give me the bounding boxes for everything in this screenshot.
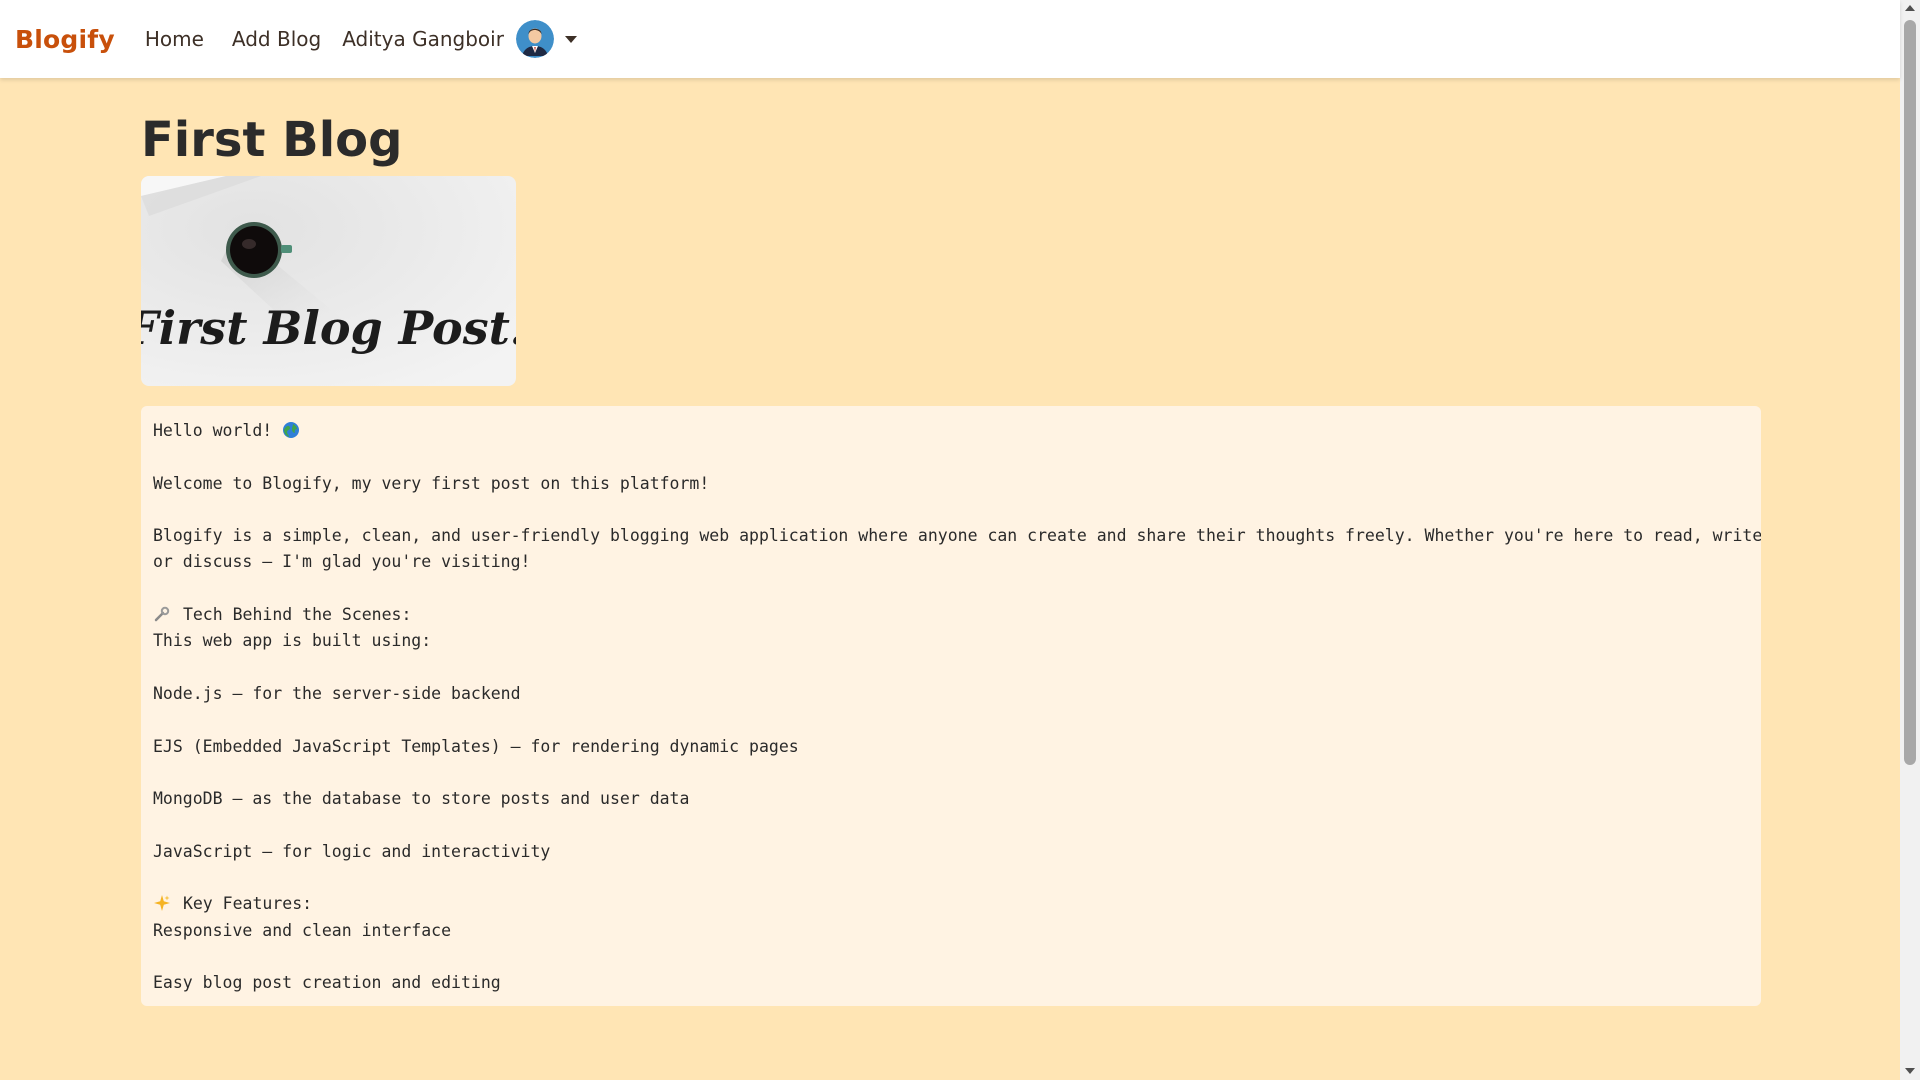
post-line-text: EJS (Embedded JavaScript Templates) – fo… [153,736,799,756]
post-line: Welcome to Blogify, my very first post o… [153,471,1749,497]
post-title: First Blog [141,112,403,168]
post-line: Hello world! [153,418,1749,444]
avatar-icon [515,20,554,58]
post-line: Tech Behind the Scenes: [153,602,1749,628]
sparkles-icon [153,891,173,917]
post-line-text: or discuss — I'm glad you're visiting! [153,552,531,572]
user-dropdown-toggle[interactable] [564,35,577,43]
post-line-text: Tech Behind the Scenes: [182,605,412,625]
nav-add-blog-link[interactable]: Add Blog [232,27,321,51]
post-line: MongoDB – as the database to store posts… [153,786,1749,812]
post-line-text: Node.js – for the server-side backend [153,683,521,703]
post-cover-image: First Blog Post! [141,176,516,386]
post-line: or discuss — I'm glad you're visiting! [153,549,1749,575]
post-line: Easy blog post creation and editing [153,970,1749,996]
user-avatar[interactable] [515,20,554,58]
post-line: Node.js – for the server-side backend [153,681,1749,707]
post-line: EJS (Embedded JavaScript Templates) – fo… [153,734,1749,760]
post-line-text: Responsive and clean interface [153,920,452,940]
post-line-text: Blogify is a simple, clean, and user-fri… [153,526,1761,546]
scroll-up-arrow-icon[interactable] [1905,5,1915,11]
post-line: Blogify is a simple, clean, and user-fri… [153,523,1761,549]
post-line-text: MongoDB – as the database to store posts… [153,789,690,809]
post-container: First Blog First Blog Post! Hello world!… [141,78,1761,1006]
globe-icon [282,418,302,444]
post-line: JavaScript – for logic and interactivity [153,839,1749,865]
post-line-text: Easy blog post creation and editing [153,973,501,993]
post-line: Key Features: [153,891,1749,917]
cover-illustration: First Blog Post! [141,176,516,386]
navbar: Blogify Home Add Blog Aditya Gangboir [0,0,1900,78]
post-line-text: Hello world! [153,421,283,440]
user-name[interactable]: Aditya Gangboir [342,27,504,51]
post-line-text: Key Features: [182,894,313,914]
post-line: This web app is built using: [153,628,1749,654]
scroll-thumb[interactable] [1904,20,1916,765]
brand-logo[interactable]: Blogify [15,25,115,54]
page-scrollbar[interactable] [1900,0,1920,1080]
scroll-down-arrow-icon[interactable] [1905,1068,1915,1074]
post-line-text: Welcome to Blogify, my very first post o… [153,473,710,493]
post-line-text: This web app is built using: [153,631,432,651]
wrench-icon [153,602,173,628]
nav-home-link[interactable]: Home [145,27,204,51]
post-line: Responsive and clean interface [153,918,1749,944]
post-line-text: JavaScript – for logic and interactivity [153,841,551,861]
post-content: Hello world! Welcome to Blogify, my very… [141,406,1761,1006]
cover-caption: First Blog Post! [141,301,516,355]
